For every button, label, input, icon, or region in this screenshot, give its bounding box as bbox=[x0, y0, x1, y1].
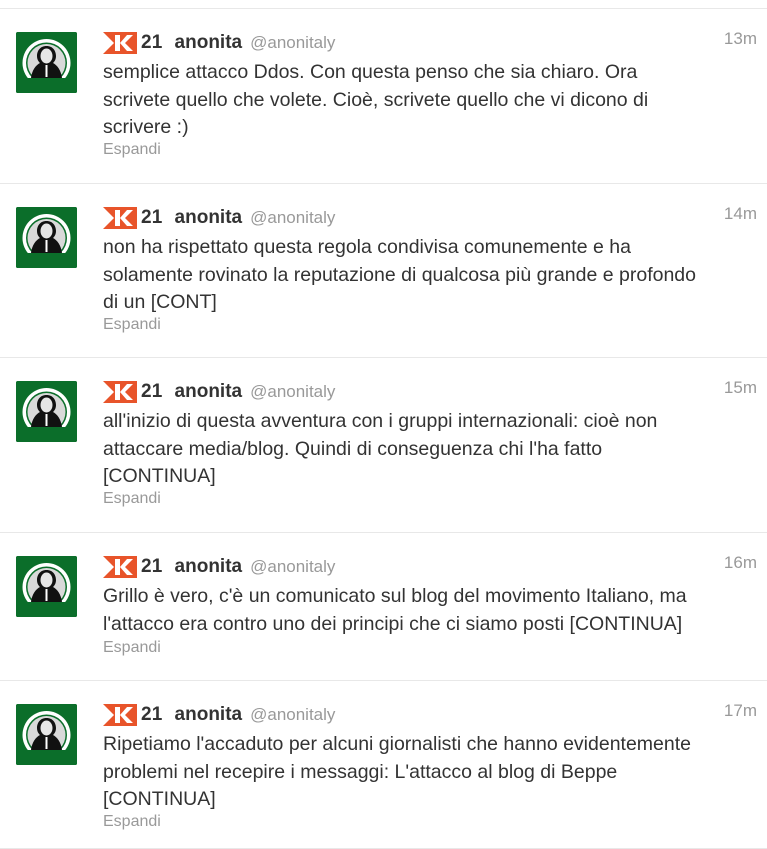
tweet-timestamp[interactable]: 15m bbox=[724, 378, 757, 398]
anonymous-mask-avatar-icon bbox=[16, 556, 77, 617]
tweet-text: Ripetiamo l'accaduto per alcuni giornali… bbox=[103, 731, 753, 814]
author-username[interactable]: @anonitaly bbox=[250, 33, 335, 53]
author-fullname[interactable]: anonita bbox=[175, 381, 243, 403]
klout-score: 21 bbox=[141, 704, 163, 725]
tweet[interactable]: 21 anonita @anonitaly 17m Ripetiamo l'ac… bbox=[0, 681, 767, 849]
tweet-text-line: [CONTINUA] bbox=[103, 465, 216, 487]
expand-link[interactable]: Espandi bbox=[103, 813, 161, 831]
tweet-header: 21 anonita @anonitaly bbox=[103, 206, 335, 230]
expand-link[interactable]: Espandi bbox=[103, 316, 161, 334]
author-username[interactable]: @anonitaly bbox=[250, 382, 335, 402]
tweet-header: 21 anonita @anonitaly bbox=[103, 555, 335, 579]
tweet-text-line: Ripetiamo l'accaduto per alcuni giornali… bbox=[103, 733, 691, 755]
klout-badge[interactable]: 21 bbox=[103, 207, 163, 229]
tweet-text-line: solamente rovinato la reputazione di qua… bbox=[103, 263, 696, 286]
tweet-header: 21 anonita @anonitaly bbox=[103, 703, 335, 727]
klout-badge[interactable]: 21 bbox=[103, 381, 163, 403]
tweet-timestamp[interactable]: 14m bbox=[724, 204, 757, 224]
avatar[interactable] bbox=[16, 704, 77, 765]
tweet-text-line: di un [CONT] bbox=[103, 291, 217, 313]
klout-k-icon bbox=[103, 207, 137, 229]
avatar[interactable] bbox=[16, 556, 77, 617]
tweet-timeline: 21 anonita @anonitaly 13m semplice attac… bbox=[0, 8, 767, 849]
author-username[interactable]: @anonitaly bbox=[250, 557, 335, 577]
klout-score: 21 bbox=[141, 556, 163, 577]
author-username[interactable]: @anonitaly bbox=[250, 208, 335, 228]
tweet-header: 21 anonita @anonitaly bbox=[103, 31, 335, 55]
klout-score: 21 bbox=[141, 32, 163, 53]
tweet-text-line: all'inizio di questa avventura con i gru… bbox=[103, 410, 658, 432]
tweet[interactable]: 21 anonita @anonitaly 13m semplice attac… bbox=[0, 9, 767, 184]
anonymous-mask-avatar-icon bbox=[16, 381, 77, 442]
expand-link[interactable]: Espandi bbox=[103, 490, 161, 508]
author-fullname[interactable]: anonita bbox=[175, 704, 243, 726]
tweet-text: non ha rispettato questa regola condivis… bbox=[103, 234, 753, 317]
expand-link[interactable]: Espandi bbox=[103, 141, 161, 159]
tweet-text-line: semplice attacco Ddos. Con questa penso … bbox=[103, 61, 638, 83]
anonymous-mask-avatar-icon bbox=[16, 207, 77, 268]
klout-score: 21 bbox=[141, 207, 163, 228]
tweet-timestamp[interactable]: 13m bbox=[724, 29, 757, 49]
tweet-text-line: [CONTINUA] bbox=[103, 788, 216, 810]
klout-k-icon bbox=[103, 32, 137, 54]
avatar[interactable] bbox=[16, 381, 77, 442]
author-fullname[interactable]: anonita bbox=[175, 207, 243, 229]
tweet-text: semplice attacco Ddos. Con questa penso … bbox=[103, 59, 753, 142]
klout-k-icon bbox=[103, 381, 137, 403]
expand-link[interactable]: Espandi bbox=[103, 639, 161, 657]
tweet-timestamp[interactable]: 16m bbox=[724, 553, 757, 573]
tweet-text-line: l'attacco era contro uno dei principi ch… bbox=[103, 612, 683, 635]
tweet-header: 21 anonita @anonitaly bbox=[103, 380, 335, 404]
author-username[interactable]: @anonitaly bbox=[250, 705, 335, 725]
tweet-text-line: scrivere :) bbox=[103, 116, 189, 138]
tweet[interactable]: 21 anonita @anonitaly 16m Grillo è vero,… bbox=[0, 533, 767, 681]
author-fullname[interactable]: anonita bbox=[175, 556, 243, 578]
tweet-text-line: scrivete quello che volete. Cioè, scrive… bbox=[103, 88, 649, 111]
klout-k-icon bbox=[103, 556, 137, 578]
tweet-text: all'inizio di questa avventura con i gru… bbox=[103, 408, 753, 491]
anonymous-mask-avatar-icon bbox=[16, 704, 77, 765]
anonymous-mask-avatar-icon bbox=[16, 32, 77, 93]
tweet-timestamp[interactable]: 17m bbox=[724, 701, 757, 721]
avatar[interactable] bbox=[16, 32, 77, 93]
tweet-text: Grillo è vero, c'è un comunicato sul blo… bbox=[103, 583, 753, 638]
tweet[interactable]: 21 anonita @anonitaly 14m non ha rispett… bbox=[0, 184, 767, 358]
tweet[interactable]: 21 anonita @anonitaly 15m all'inizio di … bbox=[0, 358, 767, 533]
tweet-text-line: problemi nel recepire i messaggi: L'atta… bbox=[103, 760, 618, 783]
klout-badge[interactable]: 21 bbox=[103, 556, 163, 578]
avatar[interactable] bbox=[16, 207, 77, 268]
tweet-text-line: attaccare media/blog. Quindi di consegue… bbox=[103, 437, 603, 460]
klout-score: 21 bbox=[141, 381, 163, 402]
tweet-text-line: non ha rispettato questa regola condivis… bbox=[103, 236, 631, 258]
klout-k-icon bbox=[103, 704, 137, 726]
klout-badge[interactable]: 21 bbox=[103, 704, 163, 726]
tweet-text-line: Grillo è vero, c'è un comunicato sul blo… bbox=[103, 585, 687, 607]
klout-badge[interactable]: 21 bbox=[103, 32, 163, 54]
author-fullname[interactable]: anonita bbox=[175, 32, 243, 54]
